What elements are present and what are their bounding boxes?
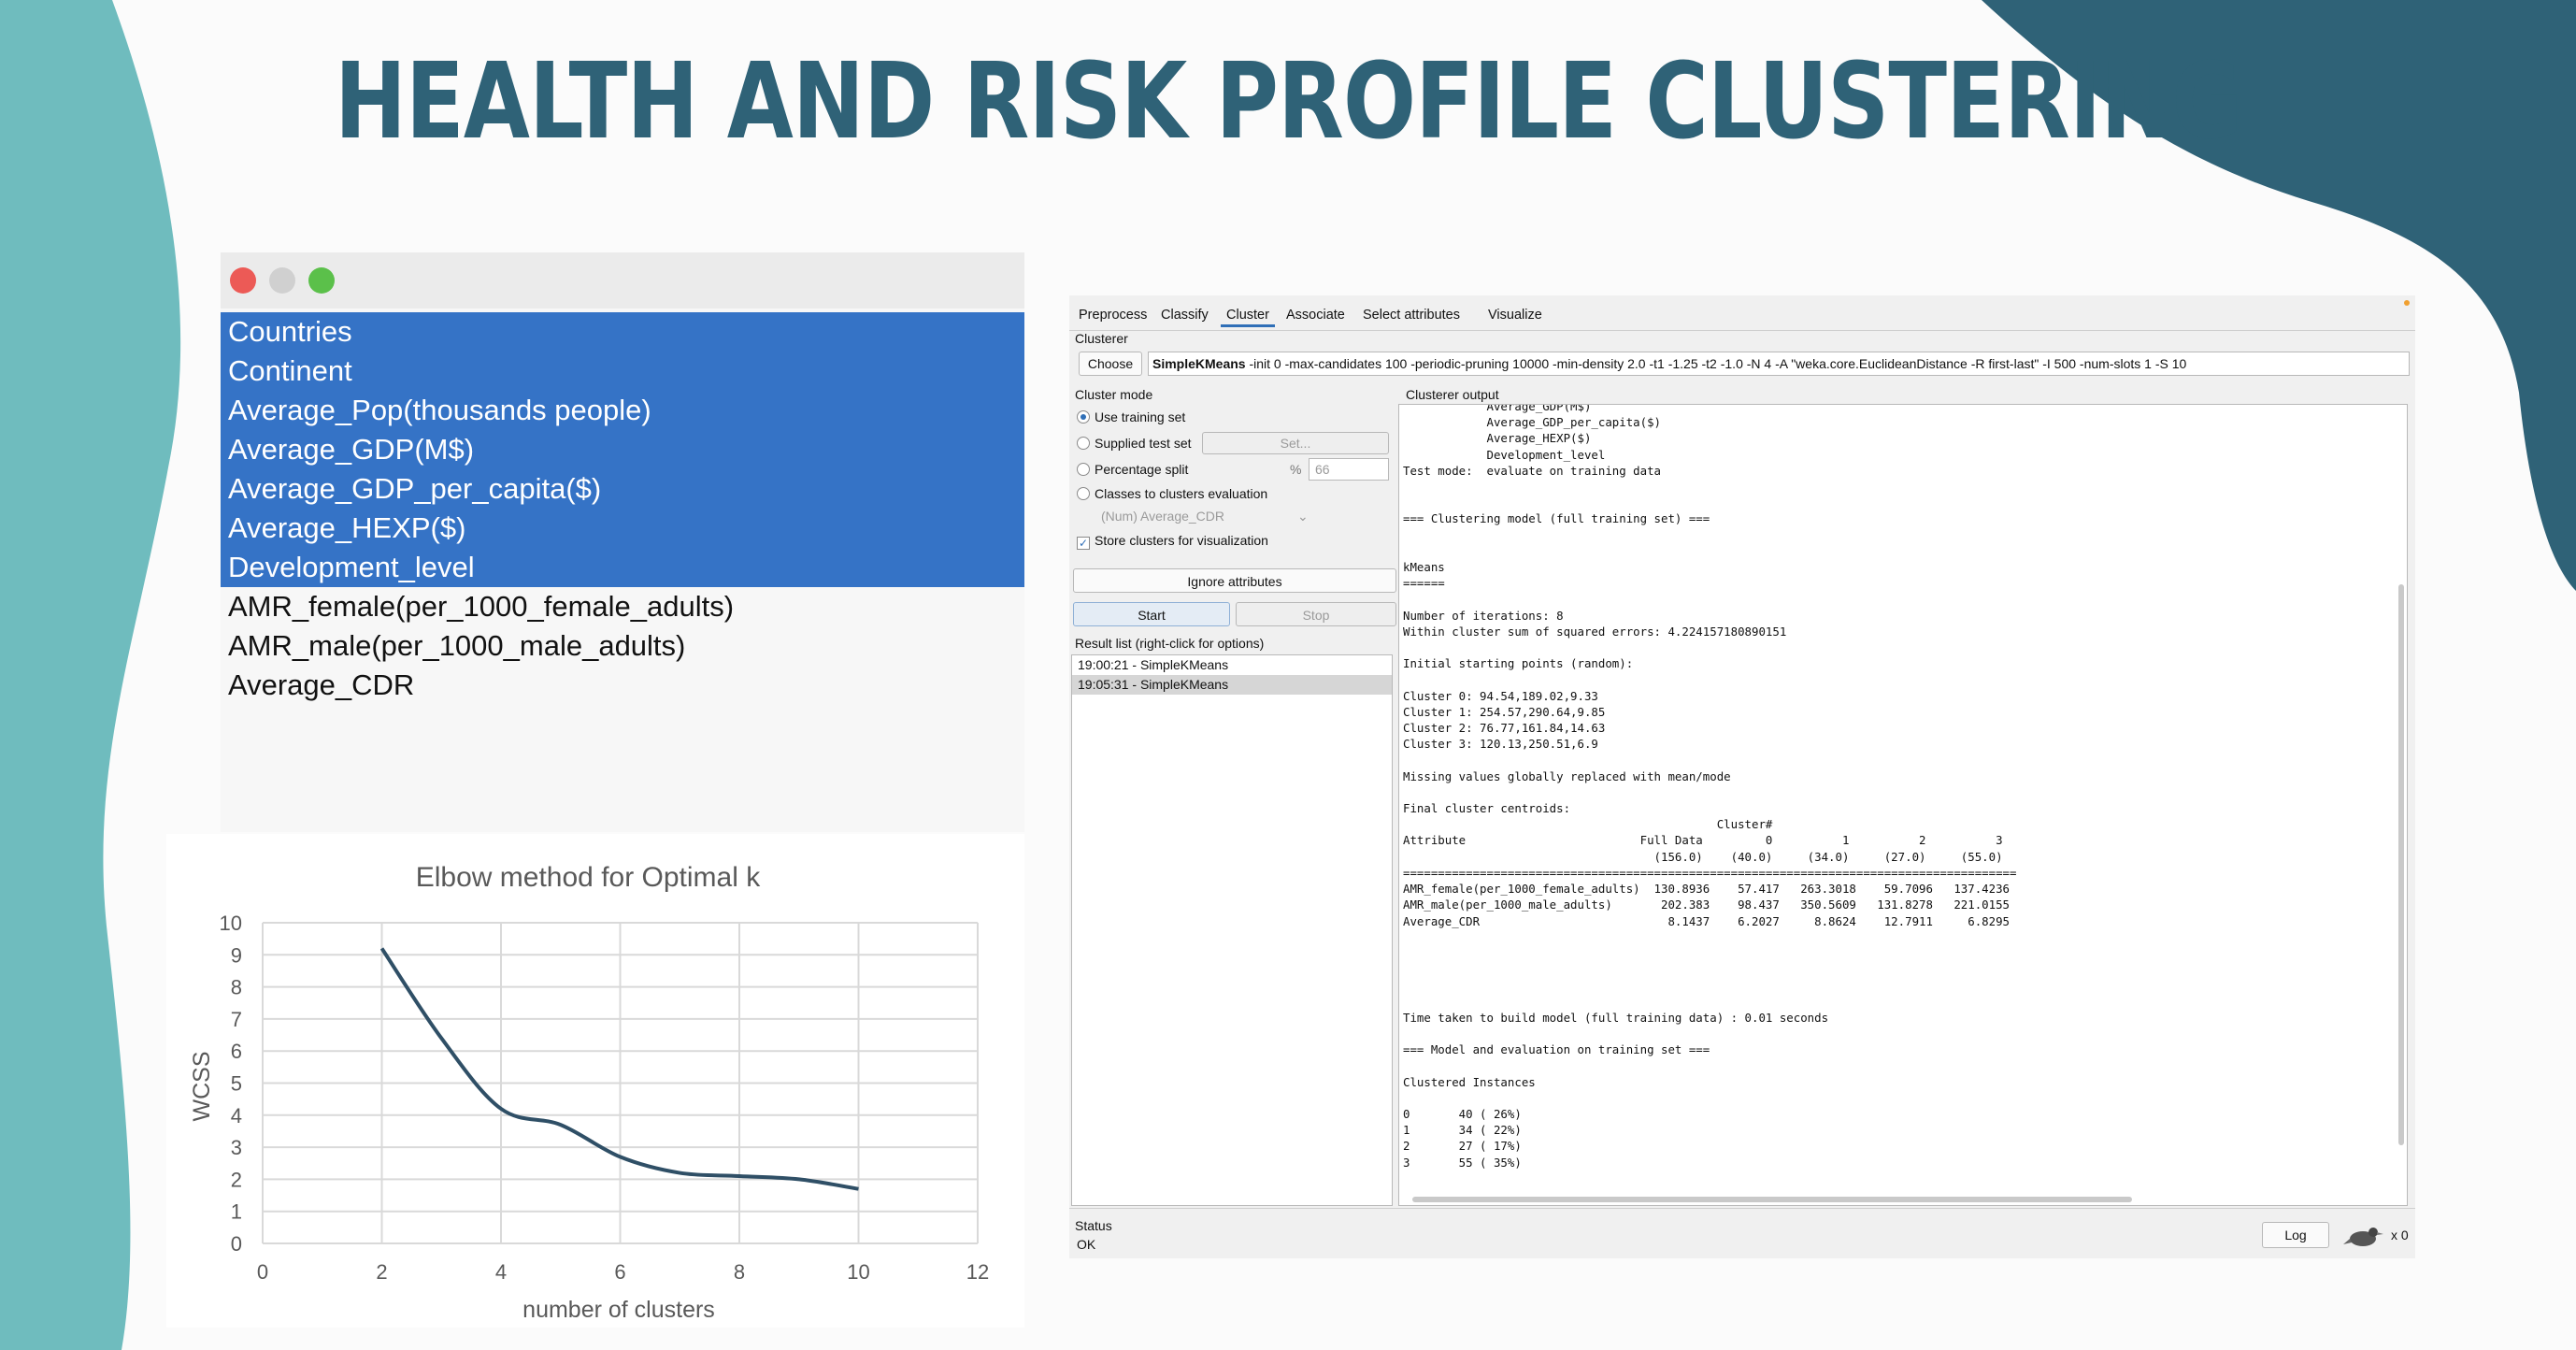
radio-selected-icon[interactable]: [1077, 410, 1090, 424]
x-tick-label: 12: [966, 1260, 989, 1284]
percentage-split-option[interactable]: Percentage split: [1077, 458, 1188, 481]
clusterer-name: SimpleKMeans: [1152, 356, 1246, 371]
page-title: HEALTH AND RISK PROFILE CLUSTERING: [334, 41, 2242, 163]
checkbox-checked-icon[interactable]: ✓: [1077, 537, 1090, 550]
log-button[interactable]: Log: [2262, 1222, 2329, 1248]
attribute-item[interactable]: Average_Pop(thousands people): [221, 391, 1024, 430]
weka-explorer: Preprocess Classify Cluster Associate Select…: [1069, 295, 2415, 1258]
x-axis-label: number of clusters: [522, 1297, 715, 1323]
clusterer-label: Clusterer: [1075, 331, 1128, 346]
attribute-item[interactable]: Countries: [221, 312, 1024, 352]
ignore-attributes-button[interactable]: Ignore attributes: [1073, 568, 1396, 593]
chart-gridlines: [262, 922, 979, 1244]
status-label: Status: [1075, 1218, 1112, 1233]
chart-title: Elbow method for Optimal k: [416, 862, 761, 893]
result-list-item[interactable]: 19:05:31 - SimpleKMeans: [1072, 675, 1392, 695]
close-window-button[interactable]: [230, 267, 256, 294]
attribute-list-window: Countries Continent Average_Pop(thousands …: [221, 252, 1024, 832]
attribute-item[interactable]: Average_GDP_per_capita($): [221, 469, 1024, 509]
chevron-down-icon: ⌄: [1297, 509, 1309, 524]
tab-bar: Preprocess Classify Cluster Associate Select…: [1069, 295, 2415, 331]
cluster-mode-label: Cluster mode: [1075, 387, 1153, 402]
chart-tick-labels: 0123456789100 2 4 6 8 10 12: [220, 912, 990, 1284]
elbow-chart-svg: Elbow method for Optimal k WCSS number o…: [189, 862, 990, 1323]
vertical-scrollbar[interactable]: [2398, 584, 2404, 1145]
attribute-item[interactable]: Average_CDR: [221, 666, 1024, 705]
radio-icon[interactable]: [1077, 463, 1090, 476]
attribute-item[interactable]: Average_HEXP($): [221, 509, 1024, 548]
y-tick-label: 1: [231, 1200, 242, 1224]
store-clusters-checkbox[interactable]: ✓ Store clusters for visualization: [1077, 529, 1268, 552]
use-training-set-option[interactable]: Use training set: [1077, 406, 1185, 428]
attribute-item[interactable]: Continent: [221, 352, 1024, 391]
percent-sign: %: [1290, 462, 1302, 477]
set-test-set-button[interactable]: Set...: [1202, 432, 1389, 454]
teal-left-wave: [0, 0, 181, 1350]
attribute-item[interactable]: Average_GDP(M$): [221, 430, 1024, 469]
y-tick-label: 4: [231, 1104, 242, 1127]
weka-bird-icon: [2343, 1228, 2383, 1246]
tab-select-attributes[interactable]: Select attributes: [1357, 303, 1466, 327]
clusterer-config-field[interactable]: SimpleKMeans -init 0 -max-candidates 100…: [1148, 352, 2410, 376]
attribute-list: Countries Continent Average_Pop(thousands …: [221, 309, 1024, 705]
tab-cluster[interactable]: Cluster: [1221, 303, 1275, 327]
tab-associate[interactable]: Associate: [1281, 303, 1351, 327]
y-tick-label: 8: [231, 976, 242, 999]
x-tick-label: 4: [495, 1260, 507, 1284]
y-tick-label: 6: [231, 1040, 242, 1063]
tab-visualize[interactable]: Visualize: [1482, 303, 1548, 327]
x-tick-label: 2: [376, 1260, 387, 1284]
radio-icon[interactable]: [1077, 437, 1090, 450]
stop-button[interactable]: Stop: [1236, 602, 1396, 626]
y-tick-label: 7: [231, 1008, 242, 1031]
elbow-chart: Elbow method for Optimal k WCSS number o…: [166, 834, 1024, 1328]
clusterer-output-text: Average_GDP(M$) Average_GDP_per_capita($…: [1403, 404, 2017, 1170]
y-tick-label: 2: [231, 1168, 242, 1191]
radio-icon[interactable]: [1077, 487, 1090, 500]
window-titlebar: [221, 252, 1024, 309]
minimize-window-button[interactable]: [269, 267, 295, 294]
y-tick-label: 10: [220, 912, 242, 935]
result-list-item[interactable]: 19:00:21 - SimpleKMeans: [1072, 655, 1392, 675]
clusterer-output-panel[interactable]: Average_GDP(M$) Average_GDP_per_capita($…: [1398, 404, 2408, 1206]
tab-preprocess[interactable]: Preprocess: [1073, 303, 1152, 327]
supplied-test-set-option[interactable]: Supplied test set: [1077, 432, 1192, 454]
y-axis-label: WCSS: [189, 1052, 215, 1122]
percentage-split-input[interactable]: 66: [1309, 458, 1389, 481]
clusterer-output-label: Clusterer output: [1406, 387, 1499, 402]
worker-count: x 0: [2391, 1228, 2409, 1242]
attribute-item[interactable]: AMR_female(per_1000_female_adults): [221, 587, 1024, 626]
clusterer-options: -init 0 -max-candidates 100 -periodic-pr…: [1245, 356, 2187, 371]
y-tick-label: 3: [231, 1136, 242, 1159]
start-button[interactable]: Start: [1073, 602, 1230, 626]
y-tick-label: 9: [231, 943, 242, 967]
attribute-item[interactable]: AMR_male(per_1000_male_adults): [221, 626, 1024, 666]
maximize-window-button[interactable]: [308, 267, 335, 294]
x-tick-label: 0: [257, 1260, 268, 1284]
y-tick-label: 5: [231, 1072, 242, 1096]
status-text: OK: [1077, 1237, 1096, 1252]
horizontal-scrollbar[interactable]: [1412, 1197, 2132, 1202]
class-attribute-select[interactable]: (Num) Average_CDR ⌄: [1101, 509, 1309, 524]
choose-button[interactable]: Choose: [1079, 352, 1142, 376]
classes-to-clusters-option[interactable]: Classes to clusters evaluation: [1077, 482, 1267, 505]
attribute-item[interactable]: Development_level: [221, 548, 1024, 587]
memory-indicator-icon: [2404, 300, 2410, 306]
y-tick-label: 0: [231, 1232, 242, 1256]
x-tick-label: 6: [614, 1260, 625, 1284]
x-tick-label: 8: [734, 1260, 745, 1284]
result-list-label: Result list (right-click for options): [1075, 636, 1265, 651]
result-list[interactable]: 19:00:21 - SimpleKMeans 19:05:31 - Simple…: [1071, 654, 1393, 1206]
status-bar: Status OK Log x 0: [1069, 1208, 2415, 1258]
x-tick-label: 10: [847, 1260, 869, 1284]
tab-classify[interactable]: Classify: [1155, 303, 1214, 327]
